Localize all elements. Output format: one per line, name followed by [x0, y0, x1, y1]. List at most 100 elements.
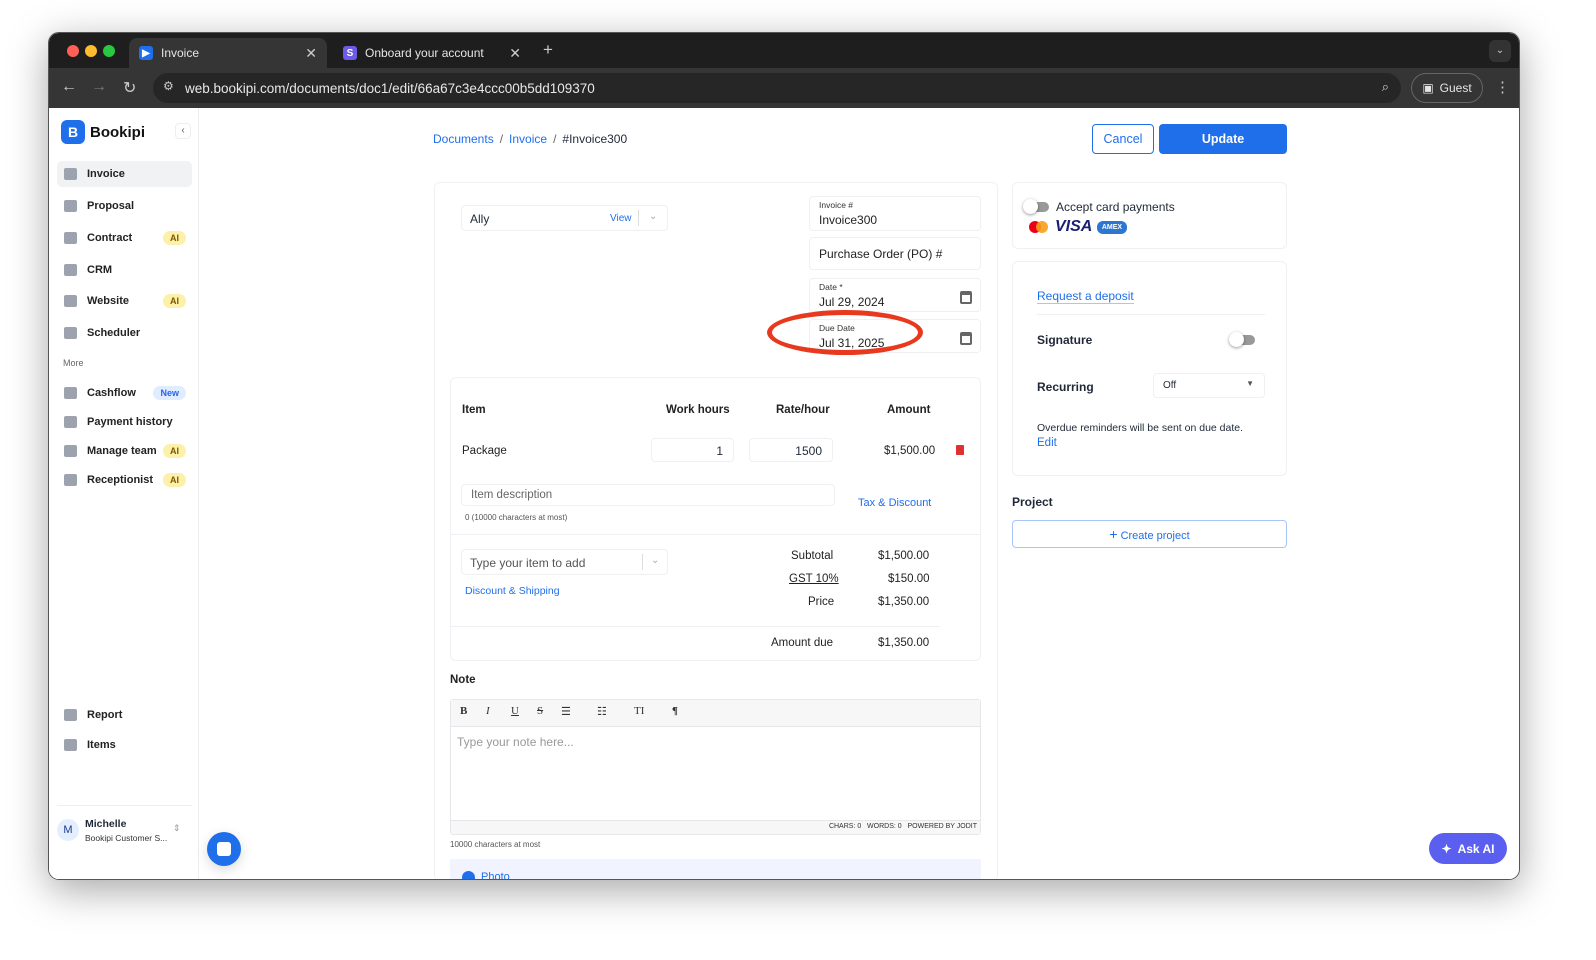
view-client-link[interactable]: View — [610, 213, 632, 224]
hours-input[interactable]: 1 — [651, 438, 734, 462]
invoice-number-value: Invoice300 — [819, 213, 878, 227]
reload-icon[interactable]: ↻ — [123, 78, 136, 98]
sidebar-item-manage-team[interactable]: Manage team AI — [57, 438, 192, 464]
tax-discount-link[interactable]: Tax & Discount — [858, 497, 931, 509]
item-name: Package — [462, 445, 507, 457]
ask-ai-button[interactable]: ✦ Ask AI — [1429, 833, 1507, 864]
recurring-label: Recurring — [1037, 380, 1094, 394]
update-button[interactable]: Update — [1159, 124, 1287, 154]
edit-reminders-link[interactable]: Edit — [1037, 437, 1057, 449]
invoice-number-label: Invoice # — [819, 200, 854, 210]
sidebar-item-proposal[interactable]: Proposal — [57, 193, 192, 219]
new-tab-button[interactable]: + — [543, 40, 553, 60]
site-settings-icon[interactable]: ⚙ — [163, 79, 174, 93]
po-number-field[interactable]: Purchase Order (PO) # — [809, 237, 981, 270]
divider — [57, 805, 192, 806]
accept-card-toggle[interactable] — [1023, 199, 1049, 214]
sidebar-item-report[interactable]: Report — [57, 702, 192, 728]
sidebar-item-payment-history[interactable]: Payment history — [57, 409, 192, 435]
sidebar-item-cashflow[interactable]: Cashflow New — [57, 380, 192, 406]
gst-link[interactable]: GST 10% — [789, 573, 839, 585]
rate-input[interactable]: 1500 — [749, 438, 833, 462]
tab-invoice[interactable]: ▶ Invoice ✕ — [129, 38, 327, 68]
column-header-item: Item — [462, 404, 486, 416]
more-section-label: More — [63, 358, 84, 368]
sidebar-item-items[interactable]: Items — [57, 732, 192, 758]
note-editor: B I U S ☰ ☷ TI ¶ Type your note here... … — [450, 699, 981, 835]
user-switcher[interactable]: M Michelle Bookipi Customer S... ⇕ — [57, 816, 195, 856]
sidebar-item-invoice[interactable]: Invoice — [57, 161, 192, 187]
request-deposit-link[interactable]: Request a deposit — [1037, 289, 1134, 304]
date-field[interactable]: Date * Jul 29, 2024 — [809, 278, 981, 312]
collapse-sidebar-button[interactable]: ‹ — [175, 123, 191, 139]
back-icon[interactable]: ← — [61, 78, 77, 96]
close-window-button[interactable] — [67, 45, 79, 57]
sidebar-item-website[interactable]: Website AI — [57, 288, 192, 314]
headset-icon — [64, 474, 77, 486]
close-tab-icon[interactable]: ✕ — [305, 45, 317, 62]
cancel-button[interactable]: Cancel — [1092, 124, 1154, 154]
invoice-options-card: Request a deposit Signature Recurring Of… — [1012, 261, 1287, 476]
chevron-down-icon[interactable]: ⌄ — [649, 211, 657, 222]
invoice-number-field[interactable]: Invoice # Invoice300 — [809, 196, 981, 231]
create-project-button[interactable]: + Create project — [1012, 520, 1287, 548]
amex-logo: AMEX — [1097, 221, 1127, 234]
sidebar: B Bookipi ‹ Invoice Proposal Contract AI … — [49, 108, 199, 879]
strikethrough-button[interactable]: S — [537, 705, 543, 717]
sidebar-item-scheduler[interactable]: Scheduler — [57, 320, 192, 346]
subtotal-label: Subtotal — [791, 550, 834, 562]
tab-search-chevron-icon[interactable]: ⌄ — [1489, 40, 1511, 62]
breadcrumb-invoice[interactable]: Invoice — [509, 132, 547, 146]
amount-due-label: Amount due — [771, 637, 834, 649]
divider — [450, 626, 940, 627]
tab-onboard[interactable]: S Onboard your account ✕ — [333, 38, 531, 68]
team-icon — [64, 445, 77, 457]
gst-value: $150.00 — [888, 573, 930, 585]
calendar-icon[interactable] — [960, 332, 972, 345]
paragraph-button[interactable]: ¶ — [672, 705, 678, 717]
cashflow-icon — [64, 387, 77, 399]
sidebar-item-label: Receptionist — [87, 474, 154, 486]
maximize-window-button[interactable] — [103, 45, 115, 57]
profile-label: Guest — [1439, 81, 1472, 95]
discount-shipping-link[interactable]: Discount & Shipping — [465, 585, 560, 597]
crm-icon — [64, 264, 77, 276]
sidebar-item-contract[interactable]: Contract AI — [57, 225, 192, 251]
sidebar-item-crm[interactable]: CRM — [57, 257, 192, 283]
payment-history-icon — [64, 416, 77, 428]
profile-icon: ▣ — [1422, 81, 1434, 95]
numbered-list-button[interactable]: ☷ — [597, 705, 607, 718]
chat-support-button[interactable] — [207, 832, 241, 866]
close-tab-icon[interactable]: ✕ — [509, 45, 521, 62]
font-size-button[interactable]: TI — [634, 705, 644, 717]
client-select[interactable]: Ally View ⌄ — [461, 205, 668, 231]
calendar-icon[interactable] — [960, 291, 972, 304]
italic-button[interactable]: I — [486, 705, 490, 717]
forward-icon[interactable]: → — [91, 78, 107, 96]
column-header-amount: Amount — [887, 404, 931, 416]
divider — [450, 534, 981, 535]
note-input[interactable]: Type your note here... — [457, 735, 574, 749]
url-field[interactable]: ⚙ web.bookipi.com/documents/doc1/edit/66… — [153, 73, 1401, 103]
signature-label: Signature — [1037, 333, 1093, 347]
zoom-icon[interactable]: ⌕ — [1382, 79, 1389, 95]
recurring-select[interactable]: Off ▼ — [1153, 373, 1265, 398]
hours-value: 1 — [716, 444, 723, 458]
bold-button[interactable]: B — [460, 705, 467, 717]
ai-badge: AI — [163, 473, 186, 487]
sidebar-item-receptionist[interactable]: Receptionist AI — [57, 467, 192, 493]
bullet-list-button[interactable]: ☰ — [561, 705, 571, 718]
sidebar-item-label: Report — [87, 709, 123, 721]
minimize-window-button[interactable] — [85, 45, 97, 57]
sidebar-item-label: Cashflow — [87, 387, 136, 399]
browser-menu-icon[interactable]: ⋮ — [1495, 78, 1510, 96]
chevron-down-icon[interactable]: ⌄ — [651, 555, 659, 566]
profile-button[interactable]: ▣ Guest — [1411, 73, 1483, 103]
photo-section[interactable]: Photo — [450, 859, 981, 879]
add-item-select[interactable]: Type your item to add ⌄ — [461, 549, 668, 575]
signature-toggle[interactable] — [1229, 332, 1255, 347]
breadcrumb-documents[interactable]: Documents — [433, 132, 494, 146]
underline-button[interactable]: U — [511, 705, 519, 717]
delete-icon[interactable] — [956, 445, 964, 455]
item-description-input[interactable]: Item description — [461, 484, 835, 506]
